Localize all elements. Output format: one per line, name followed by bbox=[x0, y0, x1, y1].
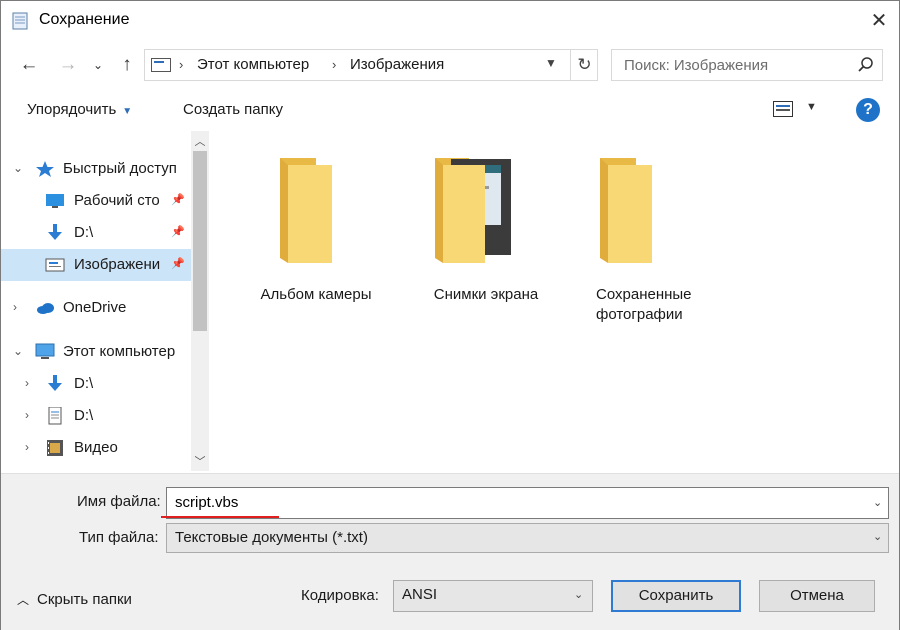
search-input[interactable]: Поиск: Изображения bbox=[611, 49, 883, 81]
encoding-label: Кодировка: bbox=[301, 587, 379, 604]
search-placeholder: Поиск: Изображения bbox=[624, 57, 769, 74]
chevron-right-icon: › bbox=[25, 408, 29, 422]
encoding-select[interactable]: ANSI ⌄ bbox=[393, 580, 593, 612]
title-bar: Сохранение ✕ bbox=[1, 1, 899, 41]
folder-label: Альбом камеры bbox=[260, 286, 372, 303]
refresh-button[interactable]: ↻ bbox=[570, 50, 598, 80]
filetype-select[interactable]: Текстовые документы (*.txt) ⌄ bbox=[166, 523, 889, 553]
chevron-down-icon: ▼ bbox=[122, 106, 133, 117]
folder-screenshots-icon bbox=[435, 158, 511, 263]
desktop-icon bbox=[46, 194, 64, 208]
location-icon bbox=[151, 58, 171, 72]
chevron-up-icon[interactable]: ︿ bbox=[191, 133, 209, 149]
nav-item-this-pc[interactable]: ⌄ Этот компьютер bbox=[1, 336, 191, 368]
organize-button[interactable]: Упорядочить ▼ bbox=[27, 101, 132, 118]
nav-item-d-drive-documents[interactable]: › D:\ bbox=[1, 400, 191, 432]
navigation-pane: ⌄ Быстрый доступ Рабочий сто 📌 D:\ 📌 Изо… bbox=[1, 131, 211, 471]
notepad-icon bbox=[12, 12, 28, 30]
pictures-icon bbox=[45, 258, 65, 272]
search-icon[interactable] bbox=[856, 55, 876, 75]
back-button[interactable]: ← bbox=[17, 53, 41, 77]
cancel-button[interactable]: Отмена bbox=[759, 580, 875, 612]
pin-icon[interactable]: 📌 bbox=[171, 257, 185, 270]
view-options-icon[interactable] bbox=[773, 101, 793, 117]
chevron-right-icon[interactable]: › bbox=[179, 57, 183, 72]
file-list: Альбом камеры Снимки экрана Сохраненные … bbox=[211, 131, 899, 471]
nav-item-pictures[interactable]: Изображени 📌 bbox=[1, 249, 191, 281]
help-button[interactable]: ? bbox=[856, 98, 880, 122]
chevron-right-icon: › bbox=[25, 440, 29, 454]
up-button[interactable]: ↑ bbox=[115, 53, 139, 77]
chevron-right-icon[interactable]: › bbox=[332, 57, 336, 72]
close-button[interactable]: ✕ bbox=[867, 9, 891, 33]
filename-value[interactable]: script.vbs bbox=[175, 494, 238, 511]
save-form: Имя файла: script.vbs ⌄ Тип файла: Текст… bbox=[1, 473, 899, 630]
filename-field[interactable]: script.vbs ⌄ bbox=[166, 487, 889, 519]
download-icon bbox=[48, 375, 62, 391]
filename-label: Имя файла: bbox=[77, 493, 161, 510]
chevron-down-icon[interactable]: ⌄ bbox=[574, 588, 583, 601]
command-bar: Упорядочить ▼ Создать папку ▼ bbox=[1, 91, 899, 129]
recent-locations-button[interactable]: ⌄ bbox=[89, 53, 107, 77]
encoding-value: ANSI bbox=[402, 586, 438, 603]
chevron-down-icon: ⌄ bbox=[13, 161, 24, 175]
computer-icon bbox=[35, 343, 55, 359]
forward-button[interactable]: → bbox=[56, 53, 80, 77]
nav-item-d-drive[interactable]: D:\ 📌 bbox=[1, 217, 191, 249]
breadcrumb-this-pc[interactable]: Этот компьютер bbox=[197, 56, 309, 73]
save-button[interactable]: Сохранить bbox=[611, 580, 741, 612]
nav-item-d-drive-downloads[interactable]: › D:\ bbox=[1, 368, 191, 400]
folder-label: Сохраненные фотографии bbox=[596, 286, 692, 323]
window-title: Сохранение bbox=[39, 11, 130, 28]
save-dialog: Сохранение ✕ ← → ⌄ ↑ › Этот компьютер › … bbox=[0, 0, 900, 630]
address-bar[interactable]: › Этот компьютер › Изображения ▼ ↻ bbox=[144, 49, 598, 81]
chevron-down-icon[interactable]: ⌄ bbox=[873, 496, 882, 509]
chevron-right-icon: › bbox=[13, 300, 17, 314]
folder-icon bbox=[280, 158, 332, 263]
star-icon bbox=[36, 161, 54, 177]
chevron-right-icon: › bbox=[25, 376, 29, 390]
chevron-down-icon[interactable]: ⌄ bbox=[873, 530, 882, 543]
chevron-down-icon: ⌄ bbox=[13, 344, 24, 358]
breadcrumb-pictures[interactable]: Изображения bbox=[350, 56, 444, 73]
folder-item[interactable]: Альбом камеры bbox=[241, 145, 391, 315]
chevron-down-icon[interactable]: ﹀ bbox=[191, 453, 209, 469]
hide-folders-button[interactable]: ︿ Скрыть папки bbox=[17, 591, 132, 608]
document-icon bbox=[48, 407, 62, 425]
folder-item[interactable]: Сохраненные фотографии bbox=[571, 145, 721, 323]
nav-item-onedrive[interactable]: › OneDrive bbox=[1, 292, 191, 324]
nav-item-video[interactable]: › Видео bbox=[1, 432, 191, 464]
scroll-thumb[interactable] bbox=[193, 151, 207, 331]
folder-item[interactable]: Снимки экрана bbox=[411, 145, 561, 315]
cloud-icon bbox=[37, 303, 54, 314]
nav-item-desktop[interactable]: Рабочий сто 📌 bbox=[1, 185, 191, 217]
folder-label: Снимки экрана bbox=[433, 286, 539, 303]
video-icon bbox=[47, 440, 63, 456]
folder-icon bbox=[600, 158, 652, 263]
annotation-underline bbox=[161, 516, 279, 518]
chevron-up-icon: ︿ bbox=[17, 593, 30, 607]
filetype-value: Текстовые документы (*.txt) bbox=[175, 529, 368, 546]
download-icon bbox=[48, 224, 62, 240]
nav-scrollbar[interactable]: ︿ ﹀ bbox=[191, 131, 209, 471]
new-folder-button[interactable]: Создать папку bbox=[183, 101, 283, 118]
pin-icon[interactable]: 📌 bbox=[171, 193, 185, 206]
nav-item-quick-access[interactable]: ⌄ Быстрый доступ bbox=[1, 153, 191, 185]
filetype-label: Тип файла: bbox=[79, 529, 159, 546]
pin-icon[interactable]: 📌 bbox=[171, 225, 185, 238]
chevron-down-icon[interactable]: ▼ bbox=[545, 56, 557, 70]
chevron-down-icon[interactable]: ▼ bbox=[806, 101, 817, 113]
